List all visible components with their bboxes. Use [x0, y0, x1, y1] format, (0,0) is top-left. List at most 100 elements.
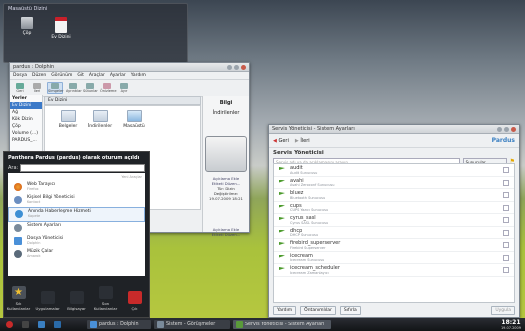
menu-edit[interactable]: Düzen: [32, 73, 46, 78]
dolphin-menubar: Dosya Düzen Görünüm Git Araçlar Ayarlar …: [10, 72, 249, 80]
service-autostart-checkbox[interactable]: [503, 254, 509, 261]
apply-button[interactable]: Uygula: [491, 305, 515, 315]
menu-tools[interactable]: Araçlar: [89, 73, 105, 78]
service-row[interactable]: avahi Avahi Zeroconf Sunucusu: [274, 177, 514, 189]
desktop-folder-widget: Masaüstü Dizini Çöp Ev Dizini: [3, 3, 188, 63]
service-row[interactable]: cyrus_sasl Cyrus SASL Sunucusu: [274, 214, 514, 227]
place-volume[interactable]: Volume (...): [10, 130, 42, 137]
launcher-favorites-list: Yeni Araçlar Web Tarayıcı Firefox Kişisel…: [8, 173, 145, 276]
menu-settings[interactable]: Ayarlar: [110, 73, 126, 78]
place-pardus[interactable]: PARDUS_...: [10, 137, 42, 144]
service-description: Cyrus SASL Sunucusu: [290, 220, 329, 225]
forward-button[interactable]: ▶ İleri: [295, 138, 310, 144]
service-autostart-checkbox[interactable]: [503, 192, 509, 198]
tab-favorites[interactable]: ★ Sık Kullanılanlar: [7, 286, 31, 311]
launcher-item[interactable]: Dosya Yöneticisi Dolphin: [8, 235, 145, 248]
launcher-item[interactable]: Müzik Çalar Amarok: [8, 248, 145, 261]
icons-view-button[interactable]: Simgeler: [47, 82, 64, 94]
service-description: Avahi Zeroconf Sunucusu: [290, 183, 335, 187]
minimize-button[interactable]: [227, 64, 232, 70]
file-item[interactable]: Belgeler: [55, 110, 81, 129]
split-button[interactable]: Ayır: [117, 83, 131, 93]
tab-recent[interactable]: Son Kullanılanlar: [94, 286, 118, 311]
place-trash[interactable]: Çöp: [10, 123, 42, 130]
quicklaunch-desktop[interactable]: [51, 320, 64, 329]
service-autostart-checkbox[interactable]: [503, 229, 509, 236]
place-network[interactable]: Ağ: [10, 109, 42, 116]
trash-desktop-icon[interactable]: Çöp: [12, 17, 42, 36]
amarok-icon: [14, 250, 22, 258]
file-item[interactable]: İndirilenler: [87, 110, 113, 129]
service-autostart-checkbox[interactable]: [503, 217, 509, 223]
place-home[interactable]: Ev Dizini: [10, 102, 42, 109]
home-desktop-icon[interactable]: Ev Dizini: [46, 17, 76, 40]
menu-view[interactable]: Görünüm: [51, 73, 72, 78]
launcher-item[interactable]: Anında Haberleşme Hizmeti Kopete: [8, 207, 145, 222]
service-row[interactable]: bluez Bluetooth Sunucusu: [274, 189, 514, 202]
service-row[interactable]: audit Audit Sunucusu: [274, 164, 514, 177]
service-autostart-checkbox[interactable]: [503, 167, 509, 173]
dolphin-title: pardus : Dolphin: [13, 64, 55, 70]
info-date: Değiştirilme: 19.07.2009 18:21: [209, 191, 243, 201]
launcher-item[interactable]: Kişisel Bilgi Yöneticisi Kontact: [8, 194, 145, 207]
folder-icon: [92, 110, 108, 122]
back-button[interactable]: ◀ Geri: [273, 138, 289, 144]
task-service-manager[interactable]: Servis Yöneticisi - Sistem Ayarları: [233, 320, 331, 329]
menu-file[interactable]: Dosya: [13, 73, 27, 78]
service-autostart-checkbox[interactable]: [503, 267, 509, 273]
close-button[interactable]: [511, 126, 516, 132]
quicklaunch-browser[interactable]: [35, 320, 48, 329]
service-status-icon: [279, 192, 285, 195]
task-system[interactable]: Sistem - Görüşmeler: [154, 320, 230, 329]
close-button[interactable]: [241, 64, 246, 70]
launcher-item[interactable]: Web Tarayıcı Firefox: [8, 181, 145, 194]
kmenu-button[interactable]: [3, 320, 16, 329]
forward-arrow-icon: ▶: [294, 137, 299, 144]
trash-icon: [21, 17, 33, 29]
columns-view-button[interactable]: Sütunlar: [83, 83, 98, 93]
menu-help[interactable]: Yardım: [131, 73, 146, 78]
info-header: Bilgi: [219, 100, 233, 106]
menu-go[interactable]: Git: [77, 73, 84, 78]
minimize-button[interactable]: [497, 126, 502, 132]
service-manager-titlebar[interactable]: Servis Yöneticisi - Sistem Ayarları: [269, 125, 519, 134]
back-button[interactable]: Geri: [13, 83, 27, 93]
service-row[interactable]: icecream_scheduler Icecream Zamanlayıcı: [274, 264, 514, 277]
service-list: audit Audit Sunucusu avahi Avahi Zeroconf S…: [273, 163, 515, 303]
tab-leave[interactable]: Çık: [123, 291, 147, 311]
service-autostart-checkbox[interactable]: [503, 242, 509, 248]
task-dolphin[interactable]: pardus : Dolphin: [87, 320, 151, 329]
defaults-button[interactable]: Öntanımlılar: [300, 305, 336, 315]
dolphin-toolbar: Geri İleri Simgeler Ayrıntılar Sütunlar …: [10, 80, 249, 97]
clock-date: 19.07.2009: [500, 326, 521, 330]
help-button[interactable]: Yardım: [273, 305, 297, 315]
home-icon: [55, 17, 67, 33]
service-status-icon: [279, 204, 285, 208]
edit-tags-link-2[interactable]: Etiketi Düzen...: [203, 232, 249, 237]
reset-button[interactable]: Sıfırla: [339, 305, 361, 315]
launcher-search-label: Ara:: [8, 165, 19, 171]
maximize-button[interactable]: [504, 126, 509, 132]
tab-applications[interactable]: Uygulamalar: [36, 291, 60, 311]
launcher-search-input[interactable]: [20, 164, 145, 172]
service-row[interactable]: firebird_superserver Firebird Superserver: [274, 239, 514, 252]
details-view-button[interactable]: Ayrıntılar: [66, 83, 82, 93]
service-row[interactable]: cups CUPS Yazıcı Sunucusu: [274, 202, 514, 214]
dolphin-titlebar[interactable]: pardus : Dolphin: [10, 63, 249, 72]
clock-icon: [98, 286, 113, 299]
launcher-item[interactable]: Sistem Ayarları: [8, 222, 145, 235]
tab-computer[interactable]: Bilgisayar: [65, 291, 89, 311]
service-autostart-checkbox[interactable]: [503, 179, 509, 186]
file-item[interactable]: Masaüstü: [121, 110, 147, 129]
service-row[interactable]: icecream Icecream Sunucusu: [274, 252, 514, 264]
service-autostart-checkbox[interactable]: [503, 204, 509, 211]
service-manager-window: Servis Yöneticisi - Sistem Ayarları ◀ Ge…: [268, 124, 520, 318]
clock[interactable]: 18:21 19.07.2009: [501, 319, 525, 330]
maximize-button[interactable]: [234, 64, 239, 70]
service-row[interactable]: dhcp DHCP Sunucusu: [274, 227, 514, 239]
place-root[interactable]: Kök Dizin: [10, 116, 42, 123]
breadcrumb[interactable]: Ev Dizini: [44, 96, 201, 105]
quicklaunch-terminal[interactable]: [19, 320, 32, 329]
preview-button[interactable]: Önizleme: [100, 83, 116, 93]
forward-button[interactable]: İleri: [30, 83, 44, 93]
